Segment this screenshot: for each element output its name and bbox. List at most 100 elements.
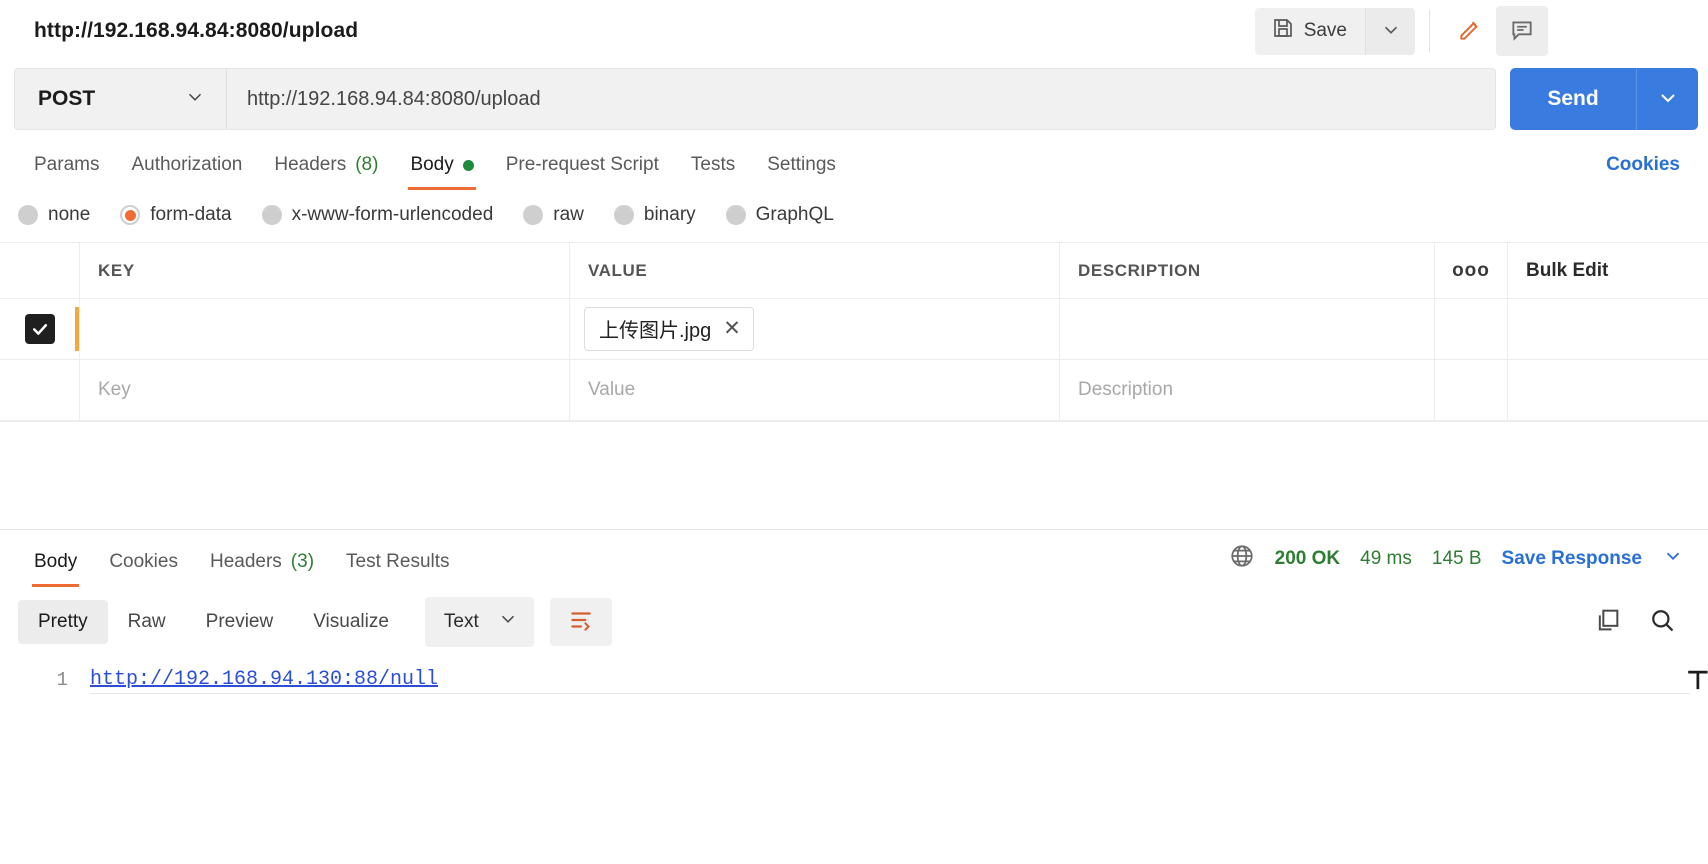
title-bar-actions: Save — [1254, 0, 1696, 62]
http-method-select[interactable]: POST — [14, 68, 226, 130]
page-title: http://192.168.94.84:8080/upload — [34, 19, 359, 42]
edit-request-button[interactable] — [1444, 6, 1496, 56]
new-row-options-cell — [1435, 360, 1508, 420]
tab-params[interactable]: Params — [18, 154, 115, 190]
column-header-key: KEY — [98, 260, 135, 280]
tab-authorization[interactable]: Authorization — [115, 154, 258, 190]
comments-button[interactable] — [1496, 6, 1548, 56]
comment-bubble-icon — [1509, 17, 1535, 46]
row-value-cell[interactable]: 上传图片.jpg ✕ — [570, 299, 1060, 359]
response-tab-cookies[interactable]: Cookies — [93, 551, 194, 587]
response-tab-test-results[interactable]: Test Results — [330, 551, 465, 587]
save-response-button[interactable]: Save Response — [1502, 548, 1642, 570]
send-options-button[interactable] — [1636, 68, 1698, 130]
tab-label: Headers — [274, 154, 347, 175]
tab-label: Pre-request Script — [505, 154, 659, 175]
body-type-label: x-www-form-urlencoded — [291, 204, 494, 225]
row-options-cell — [1435, 299, 1508, 359]
tab-label: Authorization — [131, 154, 243, 175]
body-type-none[interactable]: none — [18, 204, 90, 226]
response-body-link[interactable]: http://192.168.94.130:88/null — [90, 665, 438, 695]
table-header-row: KEY VALUE DESCRIPTION ooo Bulk Edit — [0, 243, 1708, 299]
view-tab-visualize[interactable]: Visualize — [293, 600, 409, 644]
new-row-checkbox-cell — [0, 360, 80, 420]
url-input[interactable]: http://192.168.94.84:8080/upload — [226, 68, 1496, 130]
tab-label: Body — [34, 551, 78, 572]
tab-tests[interactable]: Tests — [675, 154, 751, 190]
tab-headers[interactable]: Headers (8) — [258, 154, 394, 190]
row-bulk-cell — [1508, 299, 1708, 359]
body-type-raw[interactable]: raw — [523, 204, 584, 226]
request-body-empty-area — [0, 422, 1708, 530]
search-icon[interactable] — [1648, 606, 1676, 639]
body-type-binary[interactable]: binary — [613, 204, 696, 226]
send-button-group: Send — [1510, 68, 1698, 130]
url-bar: POST http://192.168.94.84:8080/upload Se… — [0, 62, 1708, 136]
floppy-disk-icon — [1271, 16, 1295, 46]
close-icon[interactable]: ✕ — [723, 318, 741, 339]
tab-pre-request-script[interactable]: Pre-request Script — [490, 154, 675, 190]
row-active-marker — [75, 307, 79, 351]
body-modified-dot-icon — [462, 159, 474, 171]
word-wrap-icon — [568, 607, 594, 638]
more-options-icon: ooo — [1452, 259, 1490, 281]
new-row-value-input[interactable]: Value — [570, 360, 1060, 420]
row-description-input[interactable] — [1060, 299, 1435, 359]
new-row-bulk-cell — [1508, 360, 1708, 420]
radio-icon — [523, 205, 544, 225]
chevron-down-icon — [184, 86, 206, 113]
key-placeholder: Key — [98, 379, 131, 400]
file-chip[interactable]: 上传图片.jpg ✕ — [584, 307, 754, 351]
response-tab-body[interactable]: Body — [18, 551, 93, 587]
tab-label: Tests — [690, 154, 736, 175]
send-button[interactable]: Send — [1510, 68, 1636, 130]
chevron-down-icon — [497, 608, 519, 636]
body-type-label: GraphQL — [755, 204, 834, 225]
response-time: 49 ms — [1360, 547, 1412, 569]
response-format-select[interactable]: Text — [424, 597, 534, 647]
body-type-label: raw — [553, 204, 584, 225]
response-tabs: Body Cookies Headers (3) Test Results 20… — [0, 530, 1708, 587]
description-placeholder: Description — [1078, 379, 1174, 400]
chevron-down-icon[interactable] — [1662, 545, 1684, 572]
globe-icon[interactable] — [1229, 543, 1255, 574]
new-row-description-input[interactable]: Description — [1060, 360, 1435, 420]
view-tab-pretty[interactable]: Pretty — [18, 600, 108, 644]
body-type-form-data[interactable]: form-data — [120, 204, 232, 226]
column-header-description: DESCRIPTION — [1078, 260, 1201, 280]
row-checkbox[interactable] — [24, 314, 55, 344]
headers-count: (8) — [355, 154, 379, 175]
response-actions — [1594, 606, 1690, 639]
body-type-options: none form-data x-www-form-urlencoded raw… — [0, 190, 1708, 243]
tab-settings[interactable]: Settings — [751, 154, 852, 190]
tab-label: Settings — [767, 154, 836, 175]
toolbar-divider — [1429, 10, 1430, 52]
tab-label: Test Results — [346, 551, 450, 572]
file-name-label: 上传图片.jpg — [599, 320, 712, 342]
row-key-input[interactable] — [80, 299, 570, 359]
cookies-link[interactable]: Cookies — [1606, 154, 1694, 190]
row-checkbox-cell — [0, 299, 80, 359]
save-button[interactable]: Save — [1254, 7, 1365, 55]
tab-label: Headers — [209, 551, 282, 572]
table-row: Key Value Description — [0, 360, 1708, 421]
view-tab-preview[interactable]: Preview — [186, 600, 294, 644]
tab-label: Body — [410, 154, 454, 175]
radio-selected-icon — [120, 205, 141, 225]
new-row-key-input[interactable]: Key — [80, 360, 570, 420]
copy-icon[interactable] — [1594, 606, 1622, 639]
body-type-label: none — [48, 204, 91, 225]
tab-body[interactable]: Body — [394, 154, 489, 190]
body-type-x-www-form-urlencoded[interactable]: x-www-form-urlencoded — [261, 204, 494, 226]
view-tab-raw[interactable]: Raw — [108, 600, 186, 644]
tab-label: Params — [34, 154, 100, 175]
table-options-button[interactable]: ooo — [1435, 243, 1508, 298]
http-method-label: POST — [38, 87, 96, 110]
bulk-edit-button[interactable]: Bulk Edit — [1526, 260, 1608, 282]
save-options-button[interactable] — [1365, 7, 1415, 55]
response-tab-headers[interactable]: Headers (3) — [194, 551, 330, 587]
word-wrap-button[interactable] — [549, 598, 612, 646]
body-type-graphql[interactable]: GraphQL — [725, 204, 834, 226]
response-view-controls: Pretty Raw Preview Visualize Text — [0, 587, 1708, 659]
code-line-divider — [90, 693, 1690, 694]
